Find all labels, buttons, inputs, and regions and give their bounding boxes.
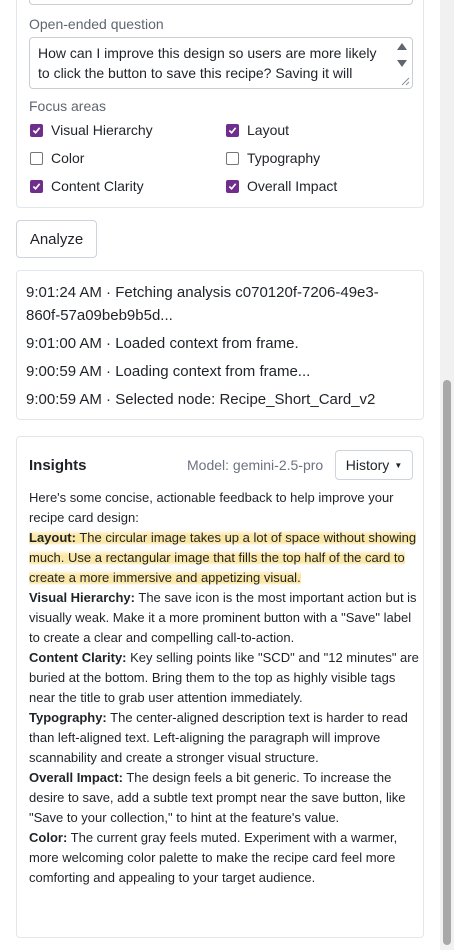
focus-areas-label: Focus areas [29, 98, 107, 114]
insight-label: Typography: [29, 710, 107, 725]
open-ended-question-label: Open-ended question [29, 16, 164, 32]
insights-body: Here's some concise, actionable feedback… [29, 488, 419, 888]
insight-label: Content Clarity: [29, 650, 127, 665]
focus-label: Typography [247, 150, 321, 166]
log-entry: 9:00:59 AM · Loading context from frame.… [26, 363, 311, 380]
question-form-card: Open-ended question How can I improve th… [16, 0, 424, 208]
previous-input-field[interactable] [29, 0, 413, 5]
log-entry: 9:00:59 AM · Selected node: Recipe_Short… [26, 391, 376, 408]
insight-label: Overall Impact: [29, 770, 123, 785]
checkbox-unchecked-icon[interactable] [30, 151, 43, 165]
insight-text: The current gray feels muted. Experiment… [29, 830, 398, 885]
plugin-panel: Open-ended question How can I improve th… [0, 0, 440, 950]
model-label: Model: gemini-2.5-pro [187, 457, 324, 473]
insights-title: Insights [29, 457, 87, 474]
insight-item: Visual Hierarchy: The save icon is the m… [29, 588, 419, 648]
caret-down-icon: ▼ [394, 460, 403, 470]
analyze-button[interactable]: Analyze [16, 220, 97, 258]
activity-log: 9:01:24 AM · Fetching analysis c070120f-… [26, 281, 411, 416]
resize-grip-icon[interactable] [400, 76, 410, 86]
focus-label: Color [51, 150, 85, 166]
question-textarea[interactable]: How can I improve this design so users a… [29, 37, 413, 89]
insight-item: Layout: The circular image takes up a lo… [29, 528, 419, 588]
question-text: How can I improve this design so users a… [38, 45, 377, 81]
log-entry: 9:01:00 AM · Loaded context from frame. [26, 335, 299, 352]
insight-label: Visual Hierarchy: [29, 590, 135, 605]
insight-text: The circular image takes up a lot of spa… [29, 530, 417, 585]
focus-color[interactable]: Color [30, 150, 84, 166]
focus-label: Overall Impact [247, 178, 338, 194]
scroll-down-arrow-icon[interactable] [396, 58, 408, 68]
checkbox-checked-icon[interactable] [226, 123, 239, 137]
activity-log-card: 9:01:24 AM · Fetching analysis c070120f-… [16, 270, 424, 420]
focus-overall-impact[interactable]: Overall Impact [226, 178, 337, 194]
log-entry: 9:01:24 AM · Fetching analysis c070120f-… [26, 284, 379, 324]
insights-card: Insights Model: gemini-2.5-pro History ▼… [16, 436, 424, 938]
scroll-up-arrow-icon[interactable] [396, 42, 408, 52]
focus-visual-hierarchy[interactable]: Visual Hierarchy [30, 122, 153, 138]
insight-item: Overall Impact: The design feels a bit g… [29, 768, 419, 828]
focus-layout[interactable]: Layout [226, 122, 289, 138]
checkbox-checked-icon[interactable] [226, 179, 239, 193]
insight-label: Color: [29, 830, 68, 845]
insight-label: Layout: [29, 530, 76, 545]
checkbox-checked-icon[interactable] [30, 179, 43, 193]
scrollbar-thumb[interactable] [443, 380, 451, 945]
insight-item: Typography: The center-aligned descripti… [29, 708, 419, 768]
focus-label: Layout [247, 122, 290, 138]
history-label: History [345, 457, 390, 473]
insight-item: Content Clarity: Key selling points like… [29, 648, 419, 708]
insight-item: Color: The current gray feels muted. Exp… [29, 828, 419, 888]
focus-content-clarity[interactable]: Content Clarity [30, 178, 144, 194]
checkbox-unchecked-icon[interactable] [226, 151, 239, 165]
focus-label: Visual Hierarchy [51, 122, 153, 138]
focus-label: Content Clarity [51, 178, 144, 194]
focus-typography[interactable]: Typography [226, 150, 320, 166]
insights-intro: Here's some concise, actionable feedback… [29, 490, 394, 525]
history-dropdown[interactable]: History ▼ [335, 450, 413, 480]
vertical-scrollbar[interactable] [440, 0, 454, 950]
checkbox-checked-icon[interactable] [30, 123, 43, 137]
highlighted-insight: Layout: The circular image takes up a lo… [29, 530, 417, 585]
